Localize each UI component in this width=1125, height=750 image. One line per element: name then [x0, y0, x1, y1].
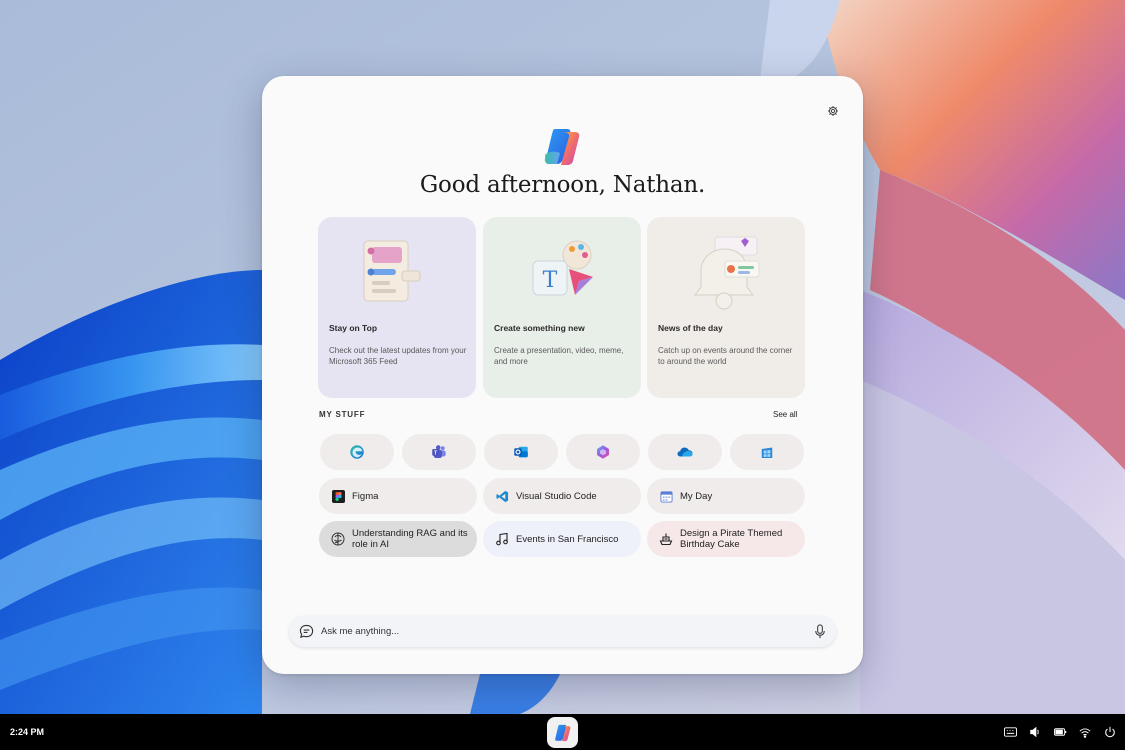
chip-visual-studio-code[interactable]: Visual Studio Code [483, 478, 641, 514]
settings-button[interactable] [824, 102, 842, 120]
teams-icon: T [432, 445, 446, 458]
keyboard-icon[interactable] [1003, 725, 1017, 739]
chip-events-san-francisco[interactable]: Events in San Francisco [483, 521, 641, 557]
taskbar: 2:24 PM [0, 714, 1125, 750]
app-onedrive-button[interactable] [648, 434, 722, 470]
see-all-link[interactable]: See all [773, 410, 797, 419]
chat-icon [299, 624, 314, 639]
figma-icon [331, 489, 345, 503]
card-description: Check out the latest updates from your M… [329, 346, 467, 366]
gear-icon [828, 106, 838, 116]
card-title: Stay on Top [329, 323, 378, 333]
taskbar-copilot-button[interactable] [547, 717, 578, 748]
microphone-icon[interactable] [813, 624, 827, 639]
chip-label: Understanding RAG and its role in AI [352, 528, 468, 550]
app-outlook-button[interactable] [484, 434, 558, 470]
chip-understanding-rag[interactable]: Understanding RAG and its role in AI [319, 521, 477, 557]
card-title: News of the day [658, 323, 723, 333]
app-copilot-button[interactable] [566, 434, 640, 470]
ship-icon [659, 532, 673, 546]
greeting-heading: Good afternoon, Nathan. [419, 172, 706, 198]
my-stuff-label: MY STUFF [319, 410, 366, 419]
brain-icon [331, 532, 345, 546]
copilot-panel: Good afternoon, Nathan. Stay on Top Chec… [262, 76, 863, 674]
chip-label: Visual Studio Code [516, 490, 597, 502]
create-illustration-icon: T [532, 240, 593, 296]
volume-icon[interactable] [1028, 725, 1042, 739]
card-create-something-new[interactable]: T Create something new Create a presenta… [483, 217, 641, 398]
power-icon[interactable] [1103, 725, 1117, 739]
app-edge-button[interactable] [320, 434, 394, 470]
app-store-button[interactable] [730, 434, 804, 470]
card-description: Create a presentation, video, meme, and … [494, 346, 624, 366]
battery-icon[interactable] [1053, 725, 1067, 739]
store-icon [761, 447, 773, 458]
chip-figma[interactable]: Figma [319, 478, 477, 514]
chip-label: Design a Pirate Themed Birthday Cake [680, 528, 783, 550]
feed-illustration-icon [363, 240, 421, 302]
news-illustration-icon [694, 236, 760, 310]
card-title: Create something new [494, 323, 585, 333]
music-note-icon [495, 532, 509, 546]
outlook-icon [514, 446, 528, 458]
chip-my-day[interactable]: My Day [647, 478, 805, 514]
chip-label: Events in San Francisco [516, 533, 619, 545]
copilot-logo-icon [544, 129, 580, 165]
system-tray [1003, 725, 1117, 739]
card-stay-on-top[interactable]: Stay on Top Check out the latest updates… [318, 217, 476, 398]
wifi-icon[interactable] [1078, 725, 1092, 739]
svg-text:T: T [543, 268, 558, 293]
card-news-of-the-day[interactable]: News of the day Catch up on events aroun… [647, 217, 805, 398]
chip-label: My Day [680, 490, 713, 502]
onedrive-icon [677, 447, 693, 457]
app-teams-button[interactable]: T [402, 434, 476, 470]
calendar-icon [659, 489, 673, 503]
card-description: Catch up on events around the corner to … [658, 346, 793, 366]
taskbar-clock[interactable]: 2:24 PM [10, 727, 44, 737]
copilot-app-icon [597, 445, 609, 459]
chip-pirate-cake[interactable]: Design a Pirate Themed Birthday Cake [647, 521, 805, 557]
ask-input[interactable] [321, 624, 791, 639]
ask-bar [289, 616, 836, 647]
edge-icon [350, 445, 364, 459]
vscode-icon [495, 489, 509, 503]
chip-label: Figma [352, 490, 379, 502]
copilot-icon [554, 724, 570, 741]
